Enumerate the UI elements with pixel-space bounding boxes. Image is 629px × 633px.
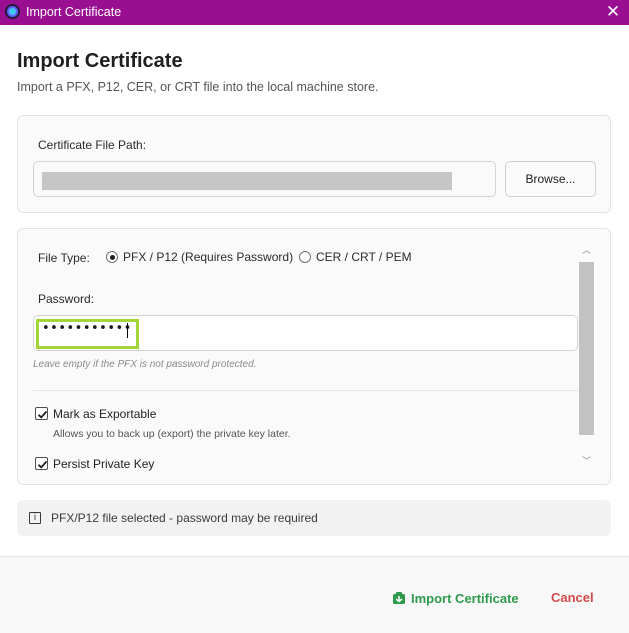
exportable-label[interactable]: Mark as Exportable: [53, 407, 156, 421]
options-card: File Type: PFX / P12 (Requires Password)…: [17, 228, 611, 485]
window-title: Import Certificate: [26, 5, 122, 19]
chevron-down-icon[interactable]: ﹀: [578, 454, 595, 471]
check-icon: [37, 460, 48, 469]
page-title: Import Certificate: [17, 50, 183, 72]
radio-pfx[interactable]: [106, 251, 118, 263]
radio-cer[interactable]: [299, 251, 311, 263]
page-subtitle: Import a PFX, P12, CER, or CRT file into…: [17, 80, 379, 94]
import-certificate-label: Import Certificate: [411, 590, 519, 606]
cancel-button[interactable]: Cancel: [551, 589, 594, 607]
check-icon: [37, 410, 48, 419]
radio-cer-label[interactable]: CER / CRT / PEM: [316, 250, 412, 264]
file-path-card: Certificate File Path: Browse...: [17, 115, 611, 213]
file-path-input[interactable]: [33, 161, 496, 197]
status-bar: i PFX/P12 file selected - password may b…: [17, 500, 611, 536]
password-hint: Leave empty if the PFX is not password p…: [33, 359, 257, 370]
password-input[interactable]: •••••••••••: [33, 315, 578, 351]
password-label: Password:: [38, 292, 95, 306]
import-certificate-button[interactable]: Import Certificate: [392, 589, 519, 607]
exportable-description: Allows you to back up (export) the priva…: [53, 428, 291, 440]
options-scrollbar[interactable]: ︿ ﹀: [578, 243, 595, 471]
password-masked-value: •••••••••••: [42, 321, 132, 336]
radio-pfx-label[interactable]: PFX / P12 (Requires Password): [123, 250, 293, 264]
divider: [33, 390, 578, 391]
text-caret: [127, 323, 128, 338]
browse-button[interactable]: Browse...: [505, 161, 596, 197]
redacted-path: [42, 172, 452, 190]
certificate-import-icon: [393, 592, 405, 604]
footer: Import Certificate Cancel: [0, 557, 629, 633]
status-text: PFX/P12 file selected - password may be …: [51, 511, 318, 525]
title-bar: Import Certificate ✕: [0, 0, 629, 25]
persist-checkbox[interactable]: [35, 457, 48, 470]
app-logo-icon: [5, 4, 20, 19]
file-type-label: File Type:: [38, 251, 90, 265]
persist-label[interactable]: Persist Private Key: [53, 457, 154, 471]
scroll-thumb[interactable]: [579, 262, 594, 435]
info-icon: i: [29, 512, 41, 524]
chevron-up-icon[interactable]: ︿: [578, 243, 595, 260]
close-icon[interactable]: ✕: [603, 2, 623, 22]
file-path-label: Certificate File Path:: [38, 138, 147, 152]
exportable-checkbox[interactable]: [35, 407, 48, 420]
